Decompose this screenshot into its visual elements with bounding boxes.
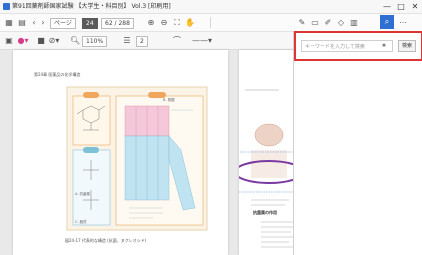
zoom-icon[interactable]: 🔍︎ <box>70 32 80 49</box>
prev-page-icon[interactable]: ‹ <box>30 14 38 31</box>
pdf-page-left: 第24章 医薬品の化学構造 A. 抗菌薬 B. 核酸 C. 脂質 図24-17 … <box>13 50 228 255</box>
title-bar: 第91回薬剤師国家試験 【大学生・科目別】 Vol.3 [印刷用] — □ ✕ <box>0 0 422 14</box>
grid-icon[interactable]: ▦ <box>4 14 14 31</box>
search-button[interactable]: 検索 <box>398 40 416 52</box>
comment-icon[interactable]: ▭ <box>310 14 320 31</box>
badge-a <box>83 92 99 98</box>
illustration-head <box>254 123 284 147</box>
next-page-icon[interactable]: › <box>39 14 47 31</box>
search-bar: キーワードを入力して検索 ✱ 検索 <box>294 31 422 61</box>
line-tool-icon[interactable]: ——▾ <box>186 32 218 49</box>
box-lipid <box>72 149 111 226</box>
shape-icon[interactable]: ◇ <box>336 14 346 31</box>
search-options-icon[interactable]: ✱ <box>380 40 388 52</box>
box-label-a: A. 抗菌薬 <box>75 192 91 196</box>
curve-tool-icon[interactable]: ⌒ <box>172 32 182 49</box>
main-toolbar: ▦ ▤ ‹ › ページ 24 62 / 288 ⊕ ⊖ ⛶ ✋ ✎ ▭ ✐ ◇ … <box>0 14 422 32</box>
line-width-input[interactable]: 2 <box>136 36 148 47</box>
stamp-icon[interactable]: ■ <box>36 32 46 49</box>
page-view-icon[interactable]: ▤ <box>17 14 27 31</box>
illustration-body <box>251 150 287 178</box>
toolbar-divider <box>210 17 211 28</box>
page2-heading: 抗菌薬の作用 <box>253 210 277 215</box>
window-title: 第91回薬剤師国家試験 【大学生・科目別】 Vol.3 [印刷用] <box>12 3 171 10</box>
structure-figure <box>66 86 208 231</box>
page-number-input[interactable]: 24 <box>82 18 98 29</box>
figure-caption: 図24-17 代表的な構造 (抗菌、ヌクレオシド) <box>65 238 147 243</box>
fit-page-icon[interactable]: ⛶ <box>172 14 182 31</box>
zoom-level[interactable]: 110% <box>82 36 108 47</box>
eraser-icon[interactable]: ⊘▾ <box>48 32 60 49</box>
sequence-strip-pink <box>124 105 170 137</box>
highlighter-icon[interactable]: ▣ <box>4 32 14 49</box>
search-icon[interactable]: ⌕ <box>380 15 394 29</box>
zoom-out-icon[interactable]: ⊖ <box>159 14 169 31</box>
line-weight-icon[interactable]: ☰ <box>122 32 132 49</box>
page-count: 62 / 288 <box>101 18 134 29</box>
color-picker-icon[interactable]: ●▾ <box>17 32 29 49</box>
box-label-c: C. 脂質 <box>75 220 87 224</box>
hand-icon[interactable]: ✋ <box>185 14 195 31</box>
draw-icon[interactable]: ✐ <box>323 14 333 31</box>
sidebar-icon[interactable]: ▥ <box>349 14 359 31</box>
app-logo-icon <box>3 3 10 10</box>
badge-c <box>83 147 99 153</box>
box-antibacterial <box>72 95 111 146</box>
more-icon[interactable]: ⋯ <box>398 14 408 31</box>
annotate-icon[interactable]: ✎ <box>297 14 307 31</box>
box-label-b: B. 核酸 <box>163 98 175 102</box>
close-button[interactable]: ✕ <box>408 0 422 13</box>
sequence-strip-blue <box>124 135 170 201</box>
maximize-button[interactable]: □ <box>394 0 408 13</box>
page2-text-lines <box>251 199 293 248</box>
zoom-in-icon[interactable]: ⊕ <box>146 14 156 31</box>
page-label: ページ <box>50 18 76 29</box>
minimize-button[interactable]: — <box>380 0 394 13</box>
search-panel: キーワードを入力して検索 ✱ 検索 <box>293 31 422 255</box>
